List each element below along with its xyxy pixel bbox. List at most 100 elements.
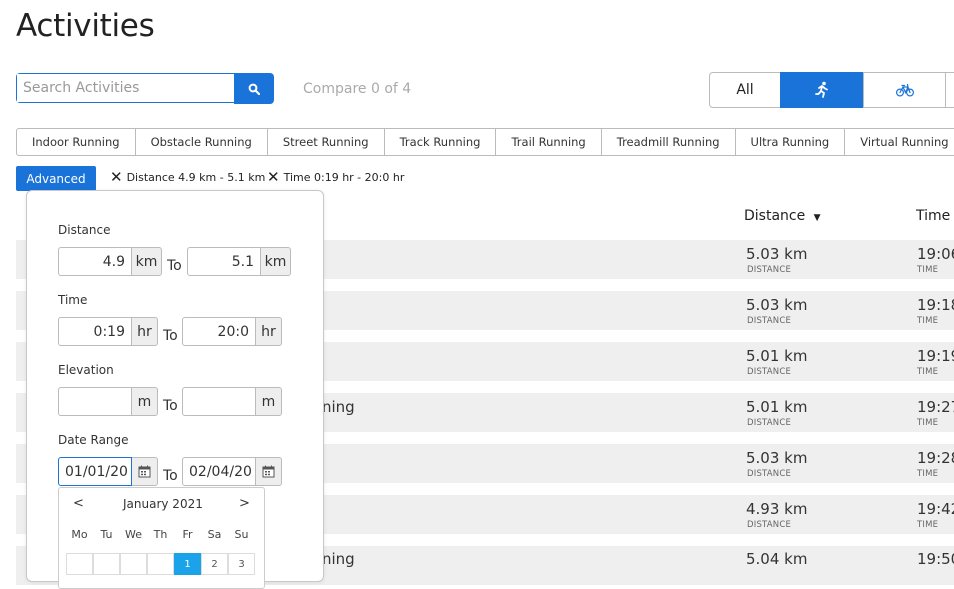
search-icon (248, 83, 260, 95)
weekday-label: Sa (207, 528, 222, 541)
row-time-label: TIME (917, 316, 939, 326)
activity-type-cycling[interactable] (863, 72, 946, 108)
row-time-value: 19:19 (917, 347, 954, 365)
row-time-label: TIME (917, 265, 939, 275)
search-button[interactable] (234, 73, 274, 104)
row-distance-value: 4.93 km (746, 500, 808, 518)
row-time-label: TIME (917, 418, 939, 428)
time-max-unit: hr (256, 317, 282, 346)
row-time-label: TIME (917, 469, 939, 479)
chip-track-running[interactable]: Track Running (385, 129, 497, 155)
row-distance-value: 5.04 km (746, 550, 808, 568)
calendar-month-title: January 2021 (123, 497, 203, 511)
date-start-calendar-button[interactable] (132, 457, 158, 486)
date-start-input[interactable]: 01/01/20 (58, 457, 132, 486)
chip-virtual-running[interactable]: Virtual Running (845, 129, 954, 155)
chip-indoor-running[interactable]: Indoor Running (17, 129, 136, 155)
weekday-label: Fr (182, 528, 193, 541)
distance-max-input[interactable]: 5.1 (187, 247, 261, 276)
date-range-label: Date Range (58, 433, 129, 447)
column-header-label: Distance (744, 208, 806, 224)
distance-min-unit: km (132, 247, 162, 276)
row-distance-value: 5.01 km (746, 398, 808, 416)
time-min-unit: hr (132, 317, 158, 346)
row-distance-label: DISTANCE (747, 418, 792, 428)
calendar-day[interactable]: 2 (201, 553, 228, 575)
row-time-label: TIME (917, 520, 939, 530)
calendar-day (120, 553, 147, 575)
row-time-label: TIME (917, 367, 939, 377)
time-max-input[interactable]: 20:0 (182, 317, 256, 346)
time-to-label: To (163, 328, 178, 344)
column-header-distance[interactable]: Distance ▼ (744, 208, 821, 224)
sort-descending-icon: ▼ (813, 213, 821, 223)
remove-filter-icon[interactable]: ✕ (267, 170, 280, 185)
row-distance-value: 5.03 km (746, 245, 808, 263)
row-time-value: 19:06 (917, 245, 954, 263)
distance-min-input[interactable]: 4.9 (58, 247, 132, 276)
distance-to-label: To (167, 258, 182, 274)
calendar-prev-month[interactable]: < (73, 496, 84, 511)
column-header-time[interactable]: Time (916, 208, 950, 224)
date-end-input[interactable]: 02/04/20 (182, 457, 256, 486)
row-distance-label: DISTANCE (747, 265, 792, 275)
activity-type-more[interactable] (945, 72, 954, 108)
distance-filter-label: Distance (58, 223, 111, 237)
chip-street-running[interactable]: Street Running (268, 129, 385, 155)
activity-type-all[interactable]: All (709, 72, 781, 108)
date-to-label: To (163, 468, 178, 484)
filter-tag-label: Time 0:19 hr - 20:0 hr (283, 170, 405, 184)
row-activity-name[interactable]: ning (322, 398, 355, 416)
row-time-value: 19:28 (917, 449, 954, 467)
weekday-label: Mo (71, 528, 88, 541)
time-min-input[interactable]: 0:19 (58, 317, 132, 346)
elevation-to-label: To (163, 398, 178, 414)
page-title: Activities (16, 8, 155, 44)
search-field[interactable] (16, 73, 234, 103)
chip-ultra-running[interactable]: Ultra Running (736, 129, 846, 155)
elevation-min-unit: m (132, 387, 158, 416)
elevation-max-unit: m (256, 387, 282, 416)
compare-status: Compare 0 of 4 (303, 81, 412, 97)
calendar-day (66, 553, 93, 575)
remove-filter-icon[interactable]: ✕ (110, 170, 123, 185)
elevation-min-input[interactable] (58, 387, 132, 416)
calendar-weekday-row: Mo Tu We Th Fr Sa Su (66, 528, 255, 541)
elevation-filter-label: Elevation (58, 363, 114, 377)
weekday-label: Tu (100, 528, 113, 541)
calendar-week-row: 1 2 3 (66, 553, 255, 575)
row-distance-label: DISTANCE (747, 469, 792, 479)
calendar-day-selected[interactable]: 1 (174, 553, 201, 575)
row-time-value: 19:18 (917, 296, 954, 314)
row-distance-value: 5.01 km (746, 347, 808, 365)
row-distance-label: DISTANCE (747, 367, 792, 377)
time-filter-label: Time (58, 293, 88, 307)
row-time-value: 19:50 (917, 550, 954, 568)
distance-max-unit: km (261, 247, 291, 276)
bicycle-icon (895, 83, 914, 97)
chip-obstacle-running[interactable]: Obstacle Running (136, 129, 268, 155)
weekday-label: We (125, 528, 142, 541)
filter-tag-time: ✕ Time 0:19 hr - 20:0 hr (267, 170, 405, 185)
row-distance-label: DISTANCE (747, 520, 792, 530)
date-picker-popup: < January 2021 > Mo Tu We Th Fr Sa Su 1 … (58, 487, 265, 589)
row-time-value: 19:27 (917, 398, 954, 416)
calendar-icon (138, 465, 151, 478)
date-end-calendar-button[interactable] (256, 457, 282, 486)
chip-trail-running[interactable]: Trail Running (496, 129, 602, 155)
running-icon (815, 81, 828, 98)
search-input[interactable] (17, 74, 229, 102)
advanced-filter-button[interactable]: Advanced (16, 166, 96, 191)
calendar-day (93, 553, 120, 575)
row-distance-value: 5.03 km (746, 449, 808, 467)
weekday-label: Th (153, 528, 168, 541)
activity-type-running[interactable] (780, 72, 864, 108)
row-activity-name[interactable]: ning (322, 550, 355, 568)
calendar-day[interactable]: 3 (228, 553, 255, 575)
filter-tag-label: Distance 4.9 km - 5.1 km (126, 170, 266, 184)
row-distance-label: DISTANCE (747, 316, 792, 326)
calendar-next-month[interactable]: > (239, 496, 250, 511)
elevation-max-input[interactable] (182, 387, 256, 416)
chip-treadmill-running[interactable]: Treadmill Running (602, 129, 736, 155)
row-distance-value: 5.03 km (746, 296, 808, 314)
